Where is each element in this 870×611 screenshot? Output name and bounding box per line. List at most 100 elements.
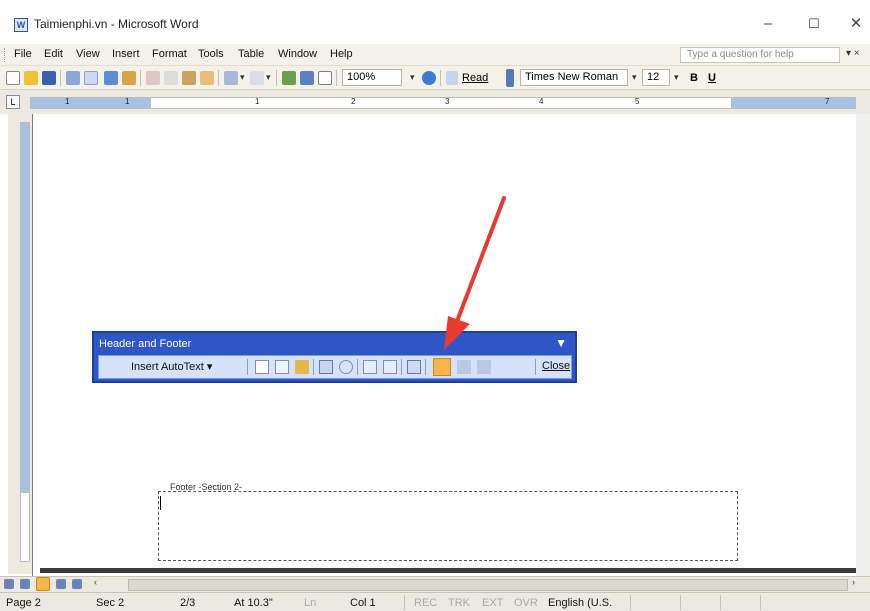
format-painter-icon[interactable] <box>200 71 214 85</box>
bold-button[interactable]: B <box>690 72 698 84</box>
menu-grip[interactable] <box>4 48 7 62</box>
help-icon[interactable] <box>422 71 436 85</box>
font-dropdown-icon[interactable]: ▾ <box>632 72 637 83</box>
spelling-icon[interactable] <box>104 71 118 85</box>
page-bottom-edge <box>40 568 856 573</box>
show-previous-icon[interactable] <box>457 360 471 374</box>
undo-dropdown-icon[interactable]: ▾ <box>240 72 245 83</box>
status-ext[interactable]: EXT <box>482 597 503 609</box>
zoom-select[interactable]: 100% <box>342 69 402 86</box>
insert-time-icon[interactable] <box>339 360 353 374</box>
horizontal-scrollbar[interactable] <box>128 579 848 591</box>
vertical-scrollbar[interactable] <box>856 114 870 576</box>
close-window-button[interactable]: ✕ <box>846 14 866 34</box>
question-dropdown-icon[interactable]: ▾ × <box>846 48 860 59</box>
hyperlink-icon[interactable] <box>282 71 296 85</box>
web-layout-view-icon[interactable] <box>20 579 30 589</box>
insert-autotext-button[interactable]: Insert AutoText ▾ <box>131 360 212 373</box>
header-footer-buttons: Insert AutoText ▾ Close <box>98 355 572 379</box>
normal-view-icon[interactable] <box>4 579 14 589</box>
link-to-previous-icon[interactable] <box>407 360 421 374</box>
research-icon[interactable] <box>122 71 136 85</box>
menu-tools[interactable]: Tools <box>198 48 224 60</box>
toolbar-options-icon[interactable]: ▼ <box>555 336 567 350</box>
print-layout-view-icon[interactable] <box>36 577 50 591</box>
status-column: Col 1 <box>350 597 376 609</box>
toolbar-separator <box>336 70 337 86</box>
print-icon[interactable] <box>66 71 80 85</box>
redo-icon[interactable] <box>250 71 264 85</box>
status-divider <box>630 595 631 610</box>
read-icon[interactable] <box>446 71 458 85</box>
undo-icon[interactable] <box>224 71 238 85</box>
menu-window[interactable]: Window <box>278 48 317 60</box>
vertical-ruler-margin <box>21 123 29 493</box>
switch-header-footer-icon[interactable] <box>433 358 451 376</box>
insert-date-icon[interactable] <box>319 360 333 374</box>
print-preview-icon[interactable] <box>84 71 98 85</box>
status-ovr[interactable]: OVR <box>514 597 538 609</box>
insert-table-icon[interactable] <box>318 71 332 85</box>
zoom-dropdown-icon[interactable]: ▾ <box>410 72 415 83</box>
toolbar-handle[interactable] <box>506 69 514 87</box>
new-document-icon[interactable] <box>6 71 20 85</box>
paste-icon[interactable] <box>182 71 196 85</box>
copy-icon[interactable] <box>164 71 178 85</box>
save-icon[interactable] <box>42 71 56 85</box>
insert-page-number-icon[interactable] <box>255 360 269 374</box>
ruler-left-margin <box>31 98 151 108</box>
menu-format[interactable]: Format <box>152 48 187 60</box>
ruler-number: 1 <box>65 97 70 106</box>
read-button[interactable]: Read <box>462 72 488 84</box>
horizontal-ruler[interactable]: 1 1 1 2 3 4 5 7 <box>30 97 856 109</box>
maximize-button[interactable]: ☐ <box>804 14 824 34</box>
menu-table[interactable]: Table <box>238 48 264 60</box>
status-page: Page 2 <box>6 597 41 609</box>
status-divider <box>680 595 681 610</box>
toolbar-separator <box>425 359 426 375</box>
reading-layout-view-icon[interactable] <box>72 579 82 589</box>
format-page-number-icon[interactable] <box>295 360 309 374</box>
show-next-icon[interactable] <box>477 360 491 374</box>
scroll-right-icon[interactable]: › <box>852 577 855 587</box>
menu-insert[interactable]: Insert <box>112 48 140 60</box>
vertical-ruler <box>8 114 32 574</box>
close-header-footer-button[interactable]: Close <box>542 360 570 372</box>
word-app-icon[interactable]: W <box>14 18 28 32</box>
redo-dropdown-icon[interactable]: ▾ <box>266 72 271 83</box>
underline-button[interactable]: U <box>708 72 716 84</box>
cut-icon[interactable] <box>146 71 160 85</box>
toolbar-separator <box>247 359 248 375</box>
question-input[interactable]: Type a question for help <box>680 47 840 63</box>
menu-view[interactable]: View <box>76 48 100 60</box>
tab-selector[interactable]: L <box>6 95 20 109</box>
show-hide-text-icon[interactable] <box>383 360 397 374</box>
status-trk[interactable]: TRK <box>448 597 470 609</box>
font-size-select[interactable]: 12 <box>642 69 670 86</box>
ruler-number: 1 <box>255 97 260 106</box>
tables-borders-icon[interactable] <box>300 71 314 85</box>
status-rec[interactable]: REC <box>414 597 437 609</box>
page-setup-icon[interactable] <box>363 360 377 374</box>
toolbar-separator <box>276 70 277 86</box>
toolbar-separator <box>140 70 141 86</box>
menu-edit[interactable]: Edit <box>44 48 63 60</box>
ruler-number: 3 <box>445 97 450 106</box>
scroll-left-icon[interactable]: ‹ <box>94 577 97 587</box>
footer-area[interactable] <box>158 491 738 561</box>
outline-view-icon[interactable] <box>56 579 66 589</box>
minimize-button[interactable]: – <box>758 14 778 34</box>
ruler-number: 1 <box>125 97 130 106</box>
insert-number-of-pages-icon[interactable] <box>275 360 289 374</box>
menu-file[interactable]: File <box>14 48 32 60</box>
menu-help[interactable]: Help <box>330 48 353 60</box>
size-dropdown-icon[interactable]: ▾ <box>674 72 679 83</box>
ruler-number: 5 <box>635 97 640 106</box>
header-footer-title[interactable]: Header and Footer <box>99 338 191 350</box>
view-buttons-row: ‹ › <box>0 576 870 592</box>
open-folder-icon[interactable] <box>24 71 38 85</box>
font-name-select[interactable]: Times New Roman <box>520 69 628 86</box>
toolbar-separator <box>313 359 314 375</box>
vertical-ruler-strip[interactable] <box>20 122 30 562</box>
toolbar-separator <box>357 359 358 375</box>
